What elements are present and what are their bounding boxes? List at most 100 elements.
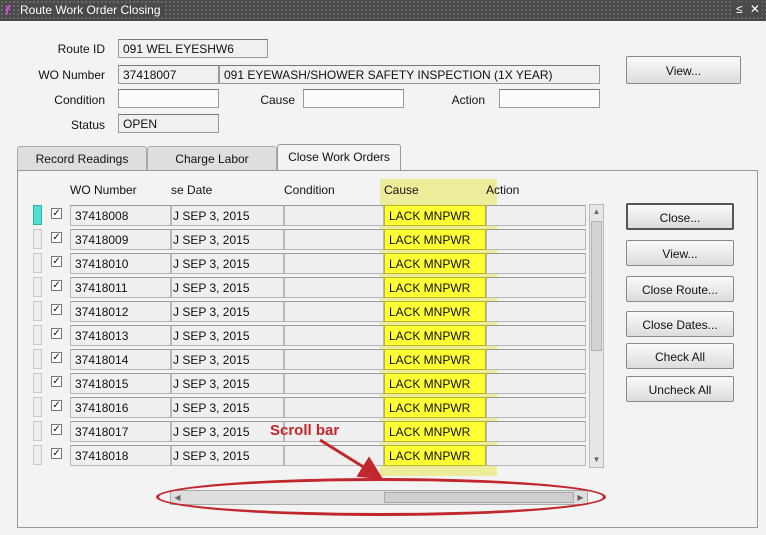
table-row[interactable]: ✓ 37418014 J SEP 3, 2015 LACK MNPWR [33,348,593,370]
action-cell[interactable] [486,205,586,226]
table-row[interactable]: ✓ 37418015 J SEP 3, 2015 LACK MNPWR [33,372,593,394]
cause-cell[interactable]: LACK MNPWR [384,205,486,226]
table-row[interactable]: ✓ 37418012 J SEP 3, 2015 LACK MNPWR [33,300,593,322]
close-date-cell[interactable]: J SEP 3, 2015 [171,421,284,442]
row-indicator[interactable] [33,421,42,441]
vertical-scroll-thumb[interactable] [591,221,602,351]
header-view-button[interactable]: View... [626,56,741,84]
cause-cell[interactable]: LACK MNPWR [384,373,486,394]
row-checkbox[interactable]: ✓ [51,304,62,315]
wo-number-cell[interactable]: 37418008 [70,205,171,226]
condition-cell[interactable] [284,349,384,370]
tab-record-readings[interactable]: Record Readings [17,146,147,170]
close-date-cell[interactable]: J SEP 3, 2015 [171,277,284,298]
close-date-cell[interactable]: J SEP 3, 2015 [171,301,284,322]
table-row[interactable]: ✓ 37418011 J SEP 3, 2015 LACK MNPWR [33,276,593,298]
action-cell[interactable] [486,349,586,370]
cause-cell[interactable]: LACK MNPWR [384,325,486,346]
close-date-cell[interactable]: J SEP 3, 2015 [171,205,284,226]
wo-number-cell[interactable]: 37418009 [70,229,171,250]
table-row[interactable]: ✓ 37418013 J SEP 3, 2015 LACK MNPWR [33,324,593,346]
row-indicator[interactable] [33,253,42,273]
close-date-cell[interactable]: J SEP 3, 2015 [171,349,284,370]
table-row[interactable]: ✓ 37418009 J SEP 3, 2015 LACK MNPWR [33,228,593,250]
cause-cell[interactable]: LACK MNPWR [384,301,486,322]
wo-number-cell[interactable]: 37418011 [70,277,171,298]
cause-cell[interactable]: LACK MNPWR [384,253,486,274]
wo-number-cell[interactable]: 37418014 [70,349,171,370]
scroll-down-arrow-icon[interactable]: ▼ [590,453,603,467]
wo-number-cell[interactable]: 37418015 [70,373,171,394]
uncheck-all-button[interactable]: Uncheck All [626,376,734,402]
tab-charge-labor[interactable]: Charge Labor [147,146,277,170]
table-row[interactable]: ✓ 37418008 J SEP 3, 2015 LACK MNPWR [33,204,593,226]
condition-cell[interactable] [284,325,384,346]
table-row[interactable]: ✓ 37418010 J SEP 3, 2015 LACK MNPWR [33,252,593,274]
close-date-cell[interactable]: J SEP 3, 2015 [171,325,284,346]
wo-number-cell[interactable]: 37418010 [70,253,171,274]
row-indicator[interactable] [33,445,42,465]
row-checkbox[interactable]: ✓ [51,376,62,387]
action-cell[interactable] [486,229,586,250]
action-cell[interactable] [486,373,586,394]
wo-number-field[interactable]: 37418007 [118,65,219,84]
condition-cell[interactable] [284,229,384,250]
row-checkbox[interactable]: ✓ [51,424,62,435]
close-date-cell[interactable]: J SEP 3, 2015 [171,229,284,250]
condition-cell[interactable] [284,205,384,226]
action-cell[interactable] [486,397,586,418]
row-indicator[interactable] [33,301,42,321]
row-indicator[interactable] [33,397,42,417]
row-indicator[interactable] [33,325,42,345]
scroll-up-arrow-icon[interactable]: ▲ [590,205,603,219]
close-date-cell[interactable]: J SEP 3, 2015 [171,445,284,466]
table-row[interactable]: ✓ 37418016 J SEP 3, 2015 LACK MNPWR [33,396,593,418]
cause-cell[interactable]: LACK MNPWR [384,421,486,442]
action-cell[interactable] [486,421,586,442]
row-checkbox[interactable]: ✓ [51,256,62,267]
route-id-field[interactable]: 091 WEL EYESHW6 [118,39,268,58]
action-field[interactable] [499,89,600,108]
wo-number-cell[interactable]: 37418018 [70,445,171,466]
action-cell[interactable] [486,301,586,322]
action-cell[interactable] [486,253,586,274]
row-checkbox[interactable]: ✓ [51,448,62,459]
title-bar[interactable]: f Route Work Order Closing ≤ ✕ [0,0,766,21]
close-button[interactable]: Close... [626,203,734,230]
wo-description-field[interactable]: 091 EYEWASH/SHOWER SAFETY INSPECTION (1X… [219,65,600,84]
condition-cell[interactable] [284,397,384,418]
close-date-cell[interactable]: J SEP 3, 2015 [171,373,284,394]
wo-number-cell[interactable]: 37418016 [70,397,171,418]
row-checkbox[interactable]: ✓ [51,280,62,291]
cause-field[interactable] [303,89,404,108]
condition-cell[interactable] [284,253,384,274]
condition-cell[interactable] [284,277,384,298]
close-date-cell[interactable]: J SEP 3, 2015 [171,397,284,418]
condition-cell[interactable] [284,373,384,394]
close-date-cell[interactable]: J SEP 3, 2015 [171,253,284,274]
cause-cell[interactable]: LACK MNPWR [384,445,486,466]
tab-close-work-orders[interactable]: Close Work Orders [277,144,401,171]
cause-cell[interactable]: LACK MNPWR [384,349,486,370]
action-cell[interactable] [486,325,586,346]
row-checkbox[interactable]: ✓ [51,352,62,363]
window-controls[interactable]: ≤ ✕ [733,2,762,16]
wo-number-cell[interactable]: 37418012 [70,301,171,322]
wo-number-cell[interactable]: 37418017 [70,421,171,442]
vertical-scrollbar[interactable]: ▲ ▼ [589,204,604,468]
row-indicator[interactable] [33,373,42,393]
row-indicator[interactable] [33,277,42,297]
row-indicator[interactable] [33,349,42,369]
check-all-button[interactable]: Check All [626,343,734,369]
row-checkbox[interactable]: ✓ [51,328,62,339]
row-checkbox[interactable]: ✓ [51,400,62,411]
action-cell[interactable] [486,277,586,298]
row-checkbox[interactable]: ✓ [51,208,62,219]
status-field[interactable]: OPEN [118,114,219,133]
row-checkbox[interactable]: ✓ [51,232,62,243]
condition-field[interactable] [118,89,219,108]
row-indicator[interactable] [33,229,42,249]
cause-cell[interactable]: LACK MNPWR [384,397,486,418]
wo-number-cell[interactable]: 37418013 [70,325,171,346]
close-dates-button[interactable]: Close Dates... [626,311,734,337]
